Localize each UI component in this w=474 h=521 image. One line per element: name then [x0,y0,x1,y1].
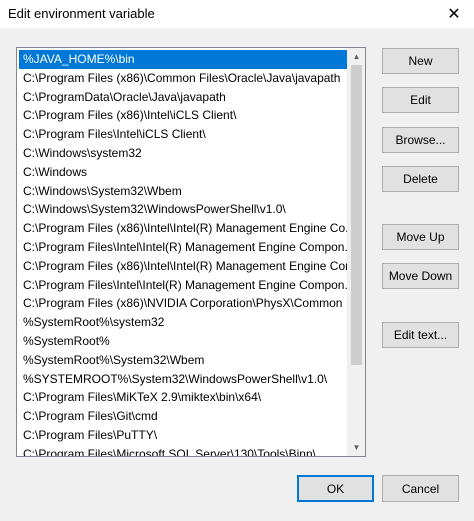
close-icon[interactable]: ✕ [434,0,474,28]
ok-button[interactable]: OK [297,475,374,502]
list-item[interactable]: %SYSTEMROOT%\System32\WindowsPowerShell\… [19,370,351,389]
move-up-button[interactable]: Move Up [382,224,459,250]
list-item[interactable]: C:\Program Files (x86)\Intel\Intel(R) Ma… [19,219,351,238]
scrollbar-thumb[interactable] [351,65,362,365]
title-bar[interactable]: Edit environment variable ✕ [0,0,474,28]
list-item[interactable]: %SystemRoot% [19,332,351,351]
list-item[interactable]: C:\Program Files (x86)\NVIDIA Corporatio… [19,294,351,313]
edit-button[interactable]: Edit [382,87,459,113]
move-down-button[interactable]: Move Down [382,263,459,289]
list-item[interactable]: %SystemRoot%\System32\Wbem [19,351,351,370]
path-list-rows: %JAVA_HOME%\bin C:\Program Files (x86)\Co… [19,50,351,456]
list-item[interactable]: C:\Program Files\Intel\Intel(R) Manageme… [19,238,351,257]
list-item[interactable]: C:\Program Files\Intel\Intel(R) Manageme… [19,276,351,295]
new-button[interactable]: New [382,48,459,74]
list-item[interactable]: C:\Program Files\PuTTY\ [19,426,351,445]
edit-env-variable-dialog: Edit environment variable ✕ %JAVA_HOME%\… [0,0,474,521]
list-item[interactable]: C:\Program Files (x86)\Intel\Intel(R) Ma… [19,257,351,276]
list-item[interactable]: C:\Program Files\Git\cmd [19,407,351,426]
list-item[interactable]: %SystemRoot%\system32 [19,313,351,332]
chevron-up-icon[interactable]: ▲ [348,48,365,65]
list-item[interactable]: C:\Windows\System32\Wbem [19,182,351,201]
vertical-scrollbar[interactable]: ▲ ▼ [347,48,365,456]
list-item[interactable]: C:\Program Files (x86)\Common Files\Orac… [19,69,351,88]
list-item[interactable]: C:\Program Files (x86)\Intel\iCLS Client… [19,106,351,125]
list-item[interactable]: C:\Program Files\MiKTeX 2.9\miktex\bin\x… [19,388,351,407]
list-item[interactable]: C:\ProgramData\Oracle\Java\javapath [19,88,351,107]
edit-text-button[interactable]: Edit text... [382,322,459,348]
list-item[interactable]: %JAVA_HOME%\bin [19,50,351,69]
list-item[interactable]: C:\Program Files\Intel\iCLS Client\ [19,125,351,144]
browse-button[interactable]: Browse... [382,127,459,153]
list-item[interactable]: C:\Program Files\Microsoft SQL Server\13… [19,445,351,456]
list-item[interactable]: C:\Windows\System32\WindowsPowerShell\v1… [19,200,351,219]
cancel-button[interactable]: Cancel [382,475,459,502]
list-item[interactable]: C:\Windows\system32 [19,144,351,163]
list-item[interactable]: C:\Windows [19,163,351,182]
window-title: Edit environment variable [8,6,155,21]
chevron-down-icon[interactable]: ▼ [348,439,365,456]
delete-button[interactable]: Delete [382,166,459,192]
path-list[interactable]: %JAVA_HOME%\bin C:\Program Files (x86)\Co… [16,47,366,457]
